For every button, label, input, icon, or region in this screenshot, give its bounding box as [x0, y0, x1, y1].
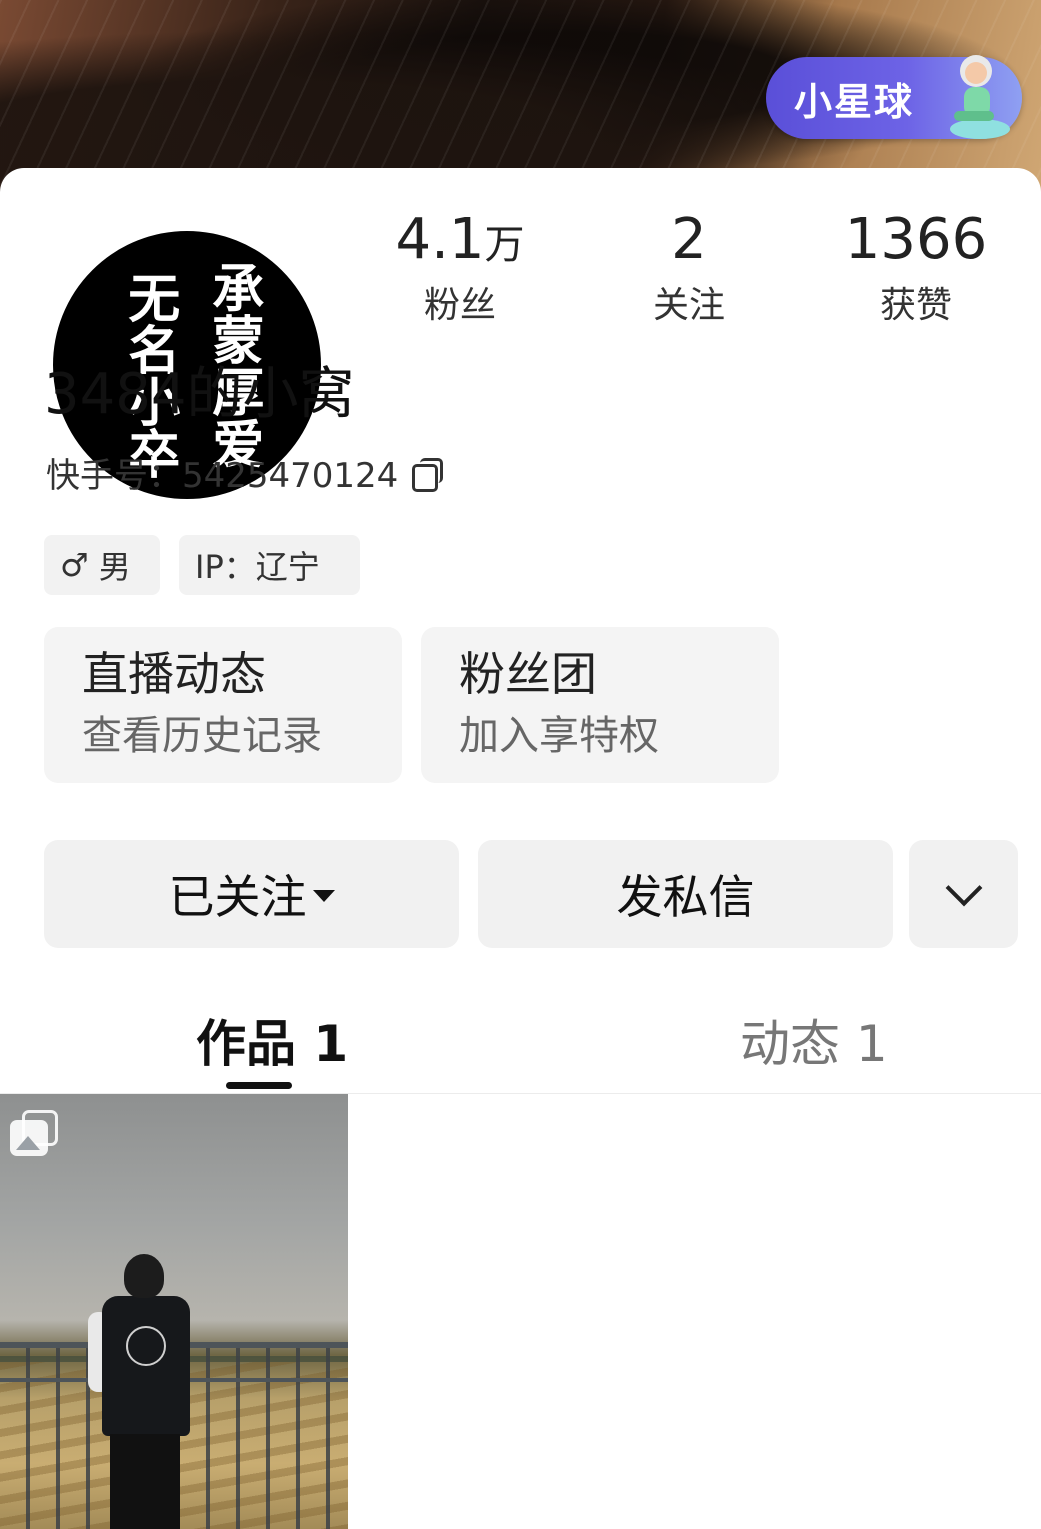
star-planet-badge[interactable]: 小星球 — [766, 55, 1022, 139]
ip-label: IP：辽宁 — [195, 548, 320, 586]
thumb-person-head — [124, 1254, 164, 1298]
active-tab-indicator — [226, 1082, 292, 1089]
gender-label: 男 — [98, 548, 131, 586]
kuaishou-id-row: 快手号：5425470124 — [46, 448, 444, 497]
more-options-button[interactable] — [909, 840, 1018, 948]
followed-label: 已关注 — [168, 870, 307, 924]
live-history-title: 直播动态 — [82, 647, 266, 701]
thumb-person-emblem — [126, 1326, 166, 1366]
live-history-subtitle: 查看历史记录 — [82, 712, 322, 759]
work-thumbnail[interactable] — [0, 1094, 348, 1529]
stat-likes-value: 1366 — [844, 207, 988, 272]
gender-tag: ♂ 男 — [44, 535, 160, 595]
send-message-button[interactable]: 发私信 — [478, 840, 893, 948]
stat-fans-label: 粉丝 — [423, 285, 496, 326]
thumb-person-legs — [110, 1434, 180, 1529]
live-history-card[interactable]: 直播动态 查看历史记录 — [44, 627, 402, 783]
mascot-icon — [950, 55, 1010, 139]
send-message-label: 发私信 — [616, 870, 755, 924]
star-planet-label: 小星球 — [794, 79, 915, 124]
gallery-icon — [10, 1110, 58, 1158]
stat-following-label: 关注 — [652, 285, 725, 326]
fan-club-card[interactable]: 粉丝团 加入享特权 — [421, 627, 779, 783]
followed-button[interactable]: 已关注 — [44, 840, 459, 948]
male-icon: ♂ — [60, 546, 89, 584]
stat-following[interactable]: 2 关注 — [589, 212, 789, 328]
stat-following-value: 2 — [671, 207, 707, 272]
ip-tag: IP：辽宁 — [179, 535, 360, 595]
kuaishou-id-label: 快手号：5425470124 — [46, 456, 399, 496]
fan-club-subtitle: 加入享特权 — [459, 712, 659, 759]
stat-likes[interactable]: 1366 获赞 — [816, 212, 1016, 328]
stat-likes-label: 获赞 — [879, 285, 952, 326]
tab-works[interactable]: 作品 1 — [196, 1004, 348, 1076]
caret-down-icon — [312, 890, 335, 902]
thumb-person-body — [102, 1296, 190, 1436]
stat-fans[interactable]: 4.1万 粉丝 — [360, 212, 560, 328]
stat-fans-value: 4.1万 — [395, 207, 525, 272]
copy-icon[interactable] — [408, 456, 444, 492]
profile-name: 3484的小窝 — [44, 362, 355, 427]
fan-club-title: 粉丝团 — [459, 647, 597, 701]
tab-moments[interactable]: 动态 1 — [740, 1004, 888, 1076]
thumb-person — [88, 1254, 196, 1529]
chevron-down-icon — [945, 869, 982, 907]
